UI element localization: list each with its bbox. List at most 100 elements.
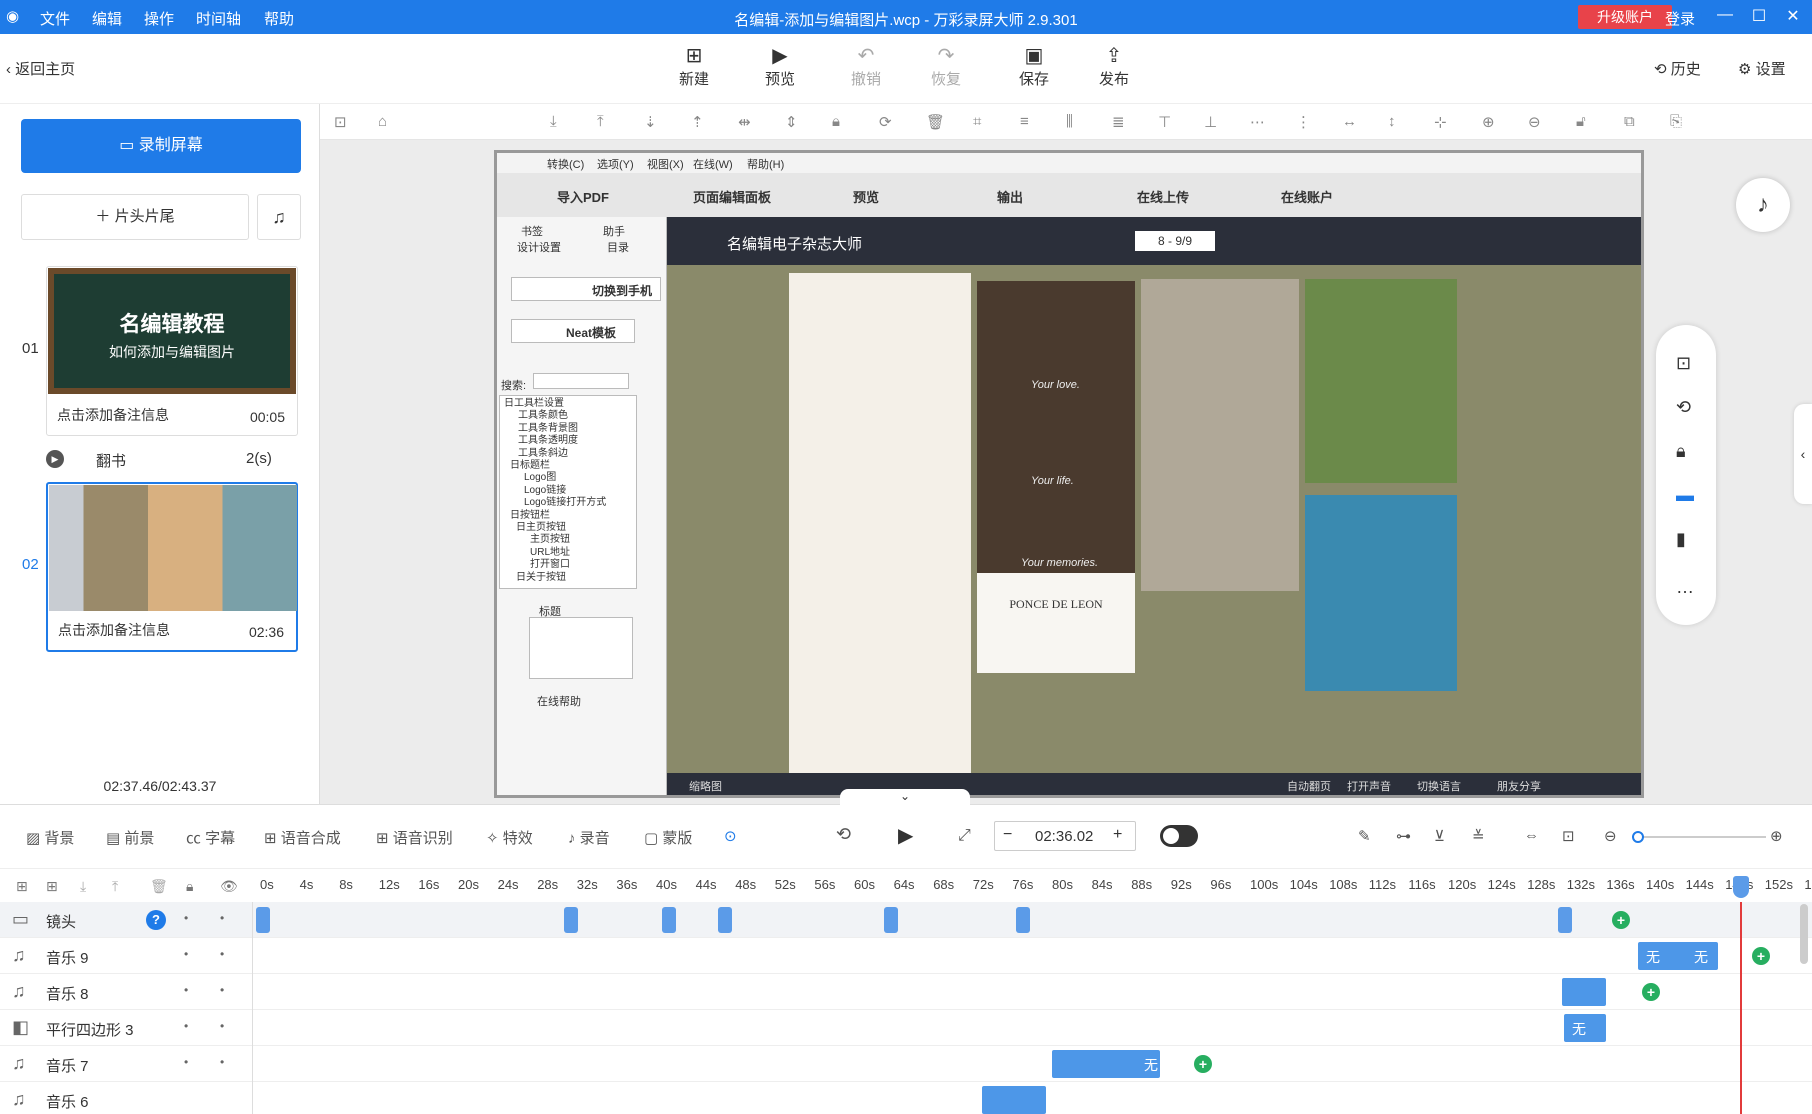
effects-button[interactable]: ✧ 特效: [486, 827, 533, 848]
subtitle-button[interactable]: ㏄ 字幕: [186, 827, 235, 848]
save-button[interactable]: ▣ 保存: [1004, 44, 1064, 89]
zoom-in-circle-icon[interactable]: ⊕: [1770, 827, 1783, 845]
dot-icon[interactable]: •: [184, 1019, 188, 1033]
record-audio-button[interactable]: ♪ 录音: [568, 827, 610, 848]
recorded-screen[interactable]: 转换(C) 选项(Y) 视图(X) 在线(W) 帮助(H) 导入PDF 页面编辑…: [494, 150, 1644, 798]
add-track-icon[interactable]: ⊞: [46, 878, 58, 895]
back-home-button[interactable]: ‹ 返回主页: [6, 58, 75, 79]
crop-icon[interactable]: ⌗: [973, 113, 981, 130]
home-icon[interactable]: ⌂: [378, 113, 387, 130]
maximize-icon[interactable]: ☐: [1746, 6, 1772, 28]
camera-keyframe[interactable]: [564, 907, 578, 933]
distribute-v-icon[interactable]: ⋮: [1296, 113, 1311, 131]
collapse-right-icon[interactable]: ‹: [1794, 404, 1812, 504]
layout-icon[interactable]: ⊡: [334, 113, 347, 131]
plus-icon[interactable]: +: [1113, 826, 1122, 844]
asr-button[interactable]: ⊞ 语音识别: [376, 827, 453, 848]
camera-keyframe[interactable]: [718, 907, 732, 933]
dot-icon[interactable]: •: [184, 1055, 188, 1069]
center-h-icon[interactable]: ⊹: [1434, 113, 1447, 131]
focus-icon[interactable]: ⊡: [1676, 353, 1691, 374]
move-up-icon[interactable]: ⇡: [691, 113, 704, 131]
preview-button[interactable]: ▶ 预览: [750, 44, 810, 89]
distribute-h-icon[interactable]: ⋯: [1250, 113, 1265, 131]
clip-card-2[interactable]: 点击添加备注信息 02:36: [46, 482, 298, 652]
zoom-slider[interactable]: [1632, 831, 1766, 843]
track-music-8[interactable]: ♫ 音乐 8 • •: [0, 974, 1812, 1010]
rotate-icon[interactable]: ⟲: [1676, 397, 1691, 418]
lock-icon[interactable]: 🔒︎: [832, 113, 840, 130]
timeline-ruler[interactable]: ⊞ ⊞ ⤓ ⤒ 🗑︎ 🔒︎ 👁︎ 0s 4s 8s 12s 16s 20s 24s 28s 32…: [0, 868, 1812, 902]
collapse-down-icon[interactable]: ⌄: [840, 789, 970, 805]
clip-card-1[interactable]: 名编辑教程 如何添加与编辑图片 点击添加备注信息 00:05: [46, 266, 298, 436]
zoom-slider-handle[interactable]: [1632, 831, 1644, 843]
music-fab-icon[interactable]: ♪: [1736, 178, 1790, 232]
zoom-in-icon[interactable]: ⊕: [1482, 113, 1495, 131]
timecode-value[interactable]: 02:36.02: [1035, 828, 1093, 845]
login-button[interactable]: 登录: [1665, 8, 1695, 29]
dot-icon[interactable]: •: [220, 947, 224, 961]
play-circle-icon[interactable]: ▶: [46, 450, 64, 468]
filter-icon[interactable]: ⊻: [1434, 827, 1445, 845]
align-top-icon[interactable]: ⊤: [1158, 113, 1171, 131]
align-left-icon[interactable]: ≡: [1020, 113, 1029, 130]
mobile-icon[interactable]: ▮: [1676, 529, 1686, 550]
help-icon[interactable]: ?: [146, 910, 166, 930]
eye-icon[interactable]: 👁︎: [220, 878, 238, 895]
parallelogram-clip[interactable]: 无: [1564, 1014, 1606, 1042]
head-tail-button[interactable]: ＋ 片头片尾: [21, 194, 249, 240]
music-button[interactable]: ♫: [257, 194, 301, 240]
add-keyframe-icon[interactable]: +: [1642, 983, 1660, 1001]
flip-horizontal-icon[interactable]: ⇹: [738, 113, 751, 131]
track-parallelogram-3[interactable]: ◧ 平行四边形 3 • •: [0, 1010, 1812, 1046]
lock-all-icon[interactable]: 🔒︎: [186, 878, 193, 895]
move-bottom-icon[interactable]: ⤓: [550, 113, 557, 130]
minimize-icon[interactable]: —: [1712, 6, 1738, 28]
camera-keyframe[interactable]: [1558, 907, 1572, 933]
music-9-clip[interactable]: 无无: [1638, 942, 1718, 970]
upgrade-button[interactable]: 升级账户: [1578, 5, 1672, 29]
foreground-button[interactable]: ▤ 前景: [106, 827, 154, 848]
fit-width-icon[interactable]: ⇔: [1524, 827, 1539, 844]
settings-button[interactable]: ⚙ 设置: [1738, 58, 1786, 79]
more-icon[interactable]: …: [1676, 577, 1694, 598]
zoom-out-icon[interactable]: ⊖: [1528, 113, 1541, 131]
history-button[interactable]: ⟲ 历史: [1654, 58, 1701, 79]
fullscreen-icon[interactable]: ⤢: [958, 827, 971, 845]
move-down-icon[interactable]: ⤓: [80, 878, 86, 895]
add-keyframe-icon[interactable]: +: [1194, 1055, 1212, 1073]
rotate-icon[interactable]: ⟳: [879, 113, 892, 131]
dot-icon[interactable]: •: [220, 983, 224, 997]
zoom-out-circle-icon[interactable]: ⊖: [1604, 827, 1617, 845]
transition-row[interactable]: ▶ 翻书 2(s): [46, 448, 298, 470]
same-width-icon[interactable]: ↔: [1342, 113, 1357, 130]
tts-button[interactable]: ⊞ 语音合成: [264, 827, 341, 848]
rewind-icon[interactable]: ⟲: [836, 824, 851, 845]
unlock-icon[interactable]: 🔓︎: [1576, 113, 1586, 130]
minus-icon[interactable]: −: [1003, 826, 1012, 844]
split-icon[interactable]: ⊶: [1396, 827, 1411, 845]
trash-icon[interactable]: 🗑︎: [150, 878, 168, 895]
camera-keyframe[interactable]: [884, 907, 898, 933]
dot-icon[interactable]: •: [220, 911, 224, 925]
edit-icon[interactable]: ✎: [1358, 827, 1371, 845]
clip-note[interactable]: 点击添加备注信息: [57, 405, 169, 425]
lock-icon[interactable]: 🔒︎: [1676, 441, 1686, 462]
align-right-icon[interactable]: ≣: [1112, 113, 1125, 131]
move-up-icon[interactable]: ⤒: [112, 878, 118, 895]
copy-icon[interactable]: ⧉: [1624, 113, 1635, 130]
track-music-9[interactable]: ♫ 音乐 9 • •: [0, 938, 1812, 974]
add-keyframe-icon[interactable]: +: [1612, 911, 1630, 929]
clip-note[interactable]: 点击添加备注信息: [58, 620, 170, 640]
playhead[interactable]: [1740, 902, 1742, 1114]
flip-vertical-icon[interactable]: ⇕: [785, 113, 798, 131]
align-middle-icon[interactable]: ⊥: [1204, 113, 1217, 131]
timecode-stepper[interactable]: − 02:36.02 +: [994, 821, 1136, 851]
mask-button[interactable]: ▢ 蒙版: [644, 827, 692, 848]
dot-icon[interactable]: •: [184, 911, 188, 925]
dot-icon[interactable]: •: [220, 1019, 224, 1033]
vertical-scrollbar[interactable]: [1800, 904, 1808, 964]
delete-icon[interactable]: 🗑︎: [926, 113, 945, 131]
camera-keyframe[interactable]: [1016, 907, 1030, 933]
same-height-icon[interactable]: ↕: [1388, 113, 1396, 130]
